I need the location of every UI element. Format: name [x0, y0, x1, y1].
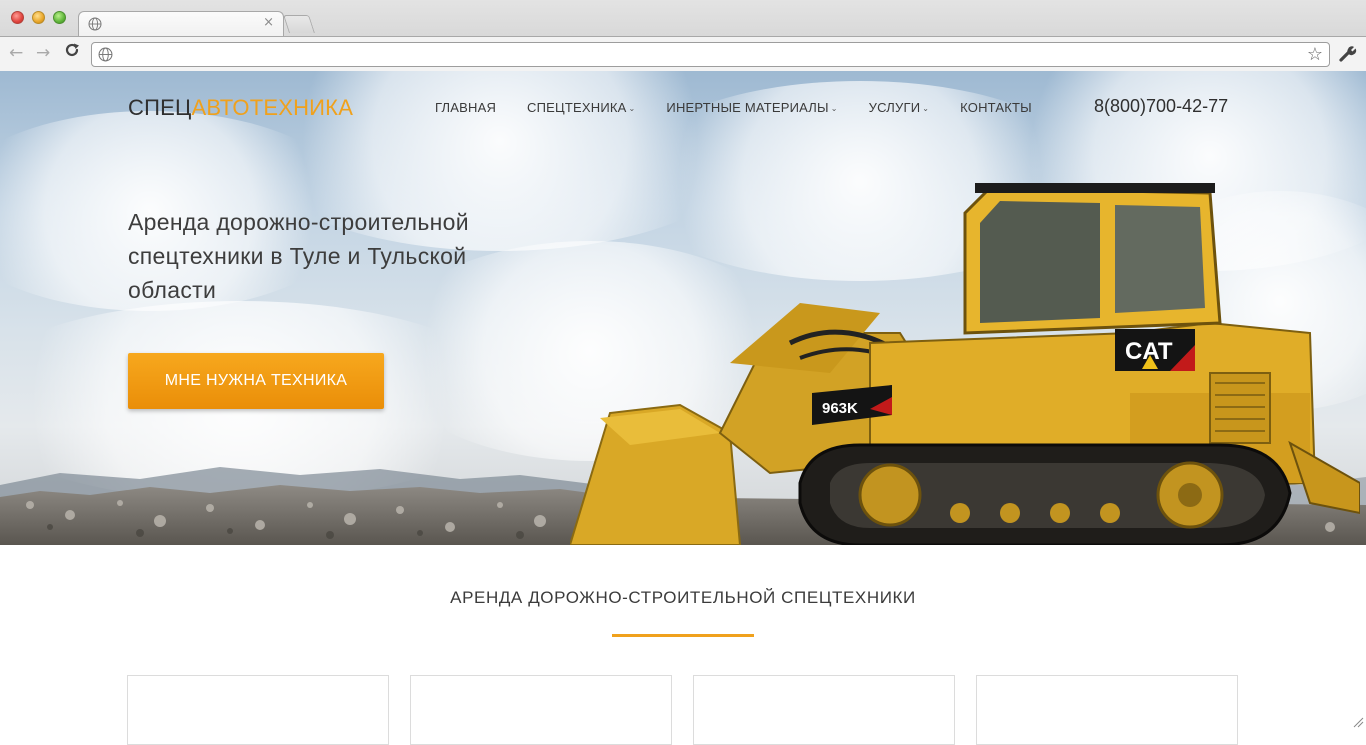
close-tab-icon[interactable]: × [263, 15, 274, 30]
url-input[interactable] [120, 46, 1300, 64]
forward-button[interactable]: → [36, 43, 50, 63]
equipment-card[interactable] [976, 675, 1238, 745]
model-badge-text: 963K [822, 400, 858, 417]
chevron-down-icon: ⌄ [831, 104, 838, 113]
minimize-window-button[interactable] [32, 11, 45, 24]
logo-part-accent: АВТОТЕХНИКА [191, 95, 353, 120]
menu-item-bulk-materials[interactable]: ИНЕРТНЫЕ МАТЕРИАЛЫ ⌄ [666, 100, 837, 115]
menu-item-contacts[interactable]: КОНТАКТЫ [960, 100, 1032, 115]
logo-part-dark: СПЕЦ [128, 95, 191, 120]
equipment-card[interactable] [127, 675, 389, 745]
back-button[interactable]: ← [9, 43, 23, 63]
browser-chrome: × ← → ☆ [0, 0, 1366, 71]
reload-icon [64, 42, 80, 58]
close-window-button[interactable] [11, 11, 24, 24]
chevron-down-icon: ⌄ [629, 104, 636, 113]
menu-item-label: КОНТАКТЫ [960, 100, 1032, 115]
menu-item-special-equipment[interactable]: СПЕЦТЕХНИКА ⌄ [527, 100, 635, 115]
bookmark-star-icon[interactable]: ☆ [1307, 44, 1323, 65]
resize-grip-icon[interactable] [1353, 717, 1364, 728]
address-bar[interactable]: ☆ [91, 42, 1330, 67]
phone-number[interactable]: 8(800)700-42-77 [1094, 96, 1228, 117]
browser-tab[interactable]: × [78, 11, 284, 36]
globe-icon [88, 17, 102, 31]
hero-banner: 963K CAT СПЕЦАВТОТЕХНИКА [0, 71, 1366, 545]
menu-item-services[interactable]: УСЛУГИ ⌄ [869, 100, 930, 115]
globe-icon [98, 47, 113, 62]
chevron-down-icon: ⌄ [922, 104, 929, 113]
hero-title: Аренда дорожно-строительной спецтехники … [128, 205, 548, 307]
track-loader-illustration: 963K CAT [570, 183, 1360, 545]
browser-toolbar: ← → ☆ [0, 36, 1366, 71]
reload-button[interactable] [64, 42, 80, 63]
zoom-window-button[interactable] [53, 11, 66, 24]
wrench-icon[interactable] [1338, 45, 1358, 63]
menu-item-label: УСЛУГИ [869, 100, 921, 115]
section-divider [612, 634, 754, 637]
menu-item-label: ИНЕРТНЫЕ МАТЕРИАЛЫ [666, 100, 828, 115]
section-title: АРЕНДА ДОРОЖНО-СТРОИТЕЛЬНОЙ СПЕЦТЕХНИКИ [0, 588, 1366, 608]
menu-item-label: СПЕЦТЕХНИКА [527, 100, 626, 115]
menu-item-home[interactable]: ГЛАВНАЯ [435, 100, 496, 115]
need-equipment-button[interactable]: МНЕ НУЖНА ТЕХНИКА [128, 353, 384, 409]
equipment-card[interactable] [410, 675, 672, 745]
main-menu: ГЛАВНАЯ СПЕЦТЕХНИКА ⌄ ИНЕРТНЫЕ МАТЕРИАЛЫ… [435, 100, 1063, 115]
new-tab-button[interactable] [283, 15, 315, 33]
equipment-card[interactable] [693, 675, 955, 745]
site-logo[interactable]: СПЕЦАВТОТЕХНИКА [128, 95, 353, 121]
menu-item-label: ГЛАВНАЯ [435, 100, 496, 115]
